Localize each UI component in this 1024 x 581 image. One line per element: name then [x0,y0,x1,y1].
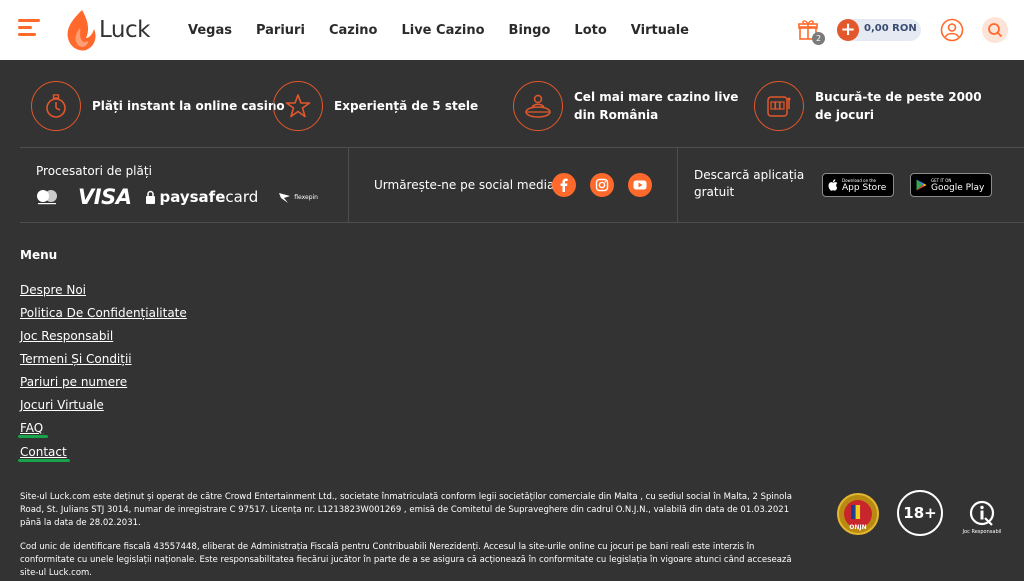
main-nav: Vegas Pariuri Cazino Live Cazino Bingo L… [188,0,713,60]
hamburger-menu-icon[interactable] [18,19,40,39]
feature-text: Plăți instant la online casino [92,99,285,113]
gift-count-badge: 2 [812,32,825,45]
flexepin-logo: flexepin [278,190,318,204]
feature-instant-payments: Plăți instant la online casino [31,81,285,131]
footer-menu-title: Menu [20,248,58,262]
search-icon [988,23,1003,38]
menu-link-privacy[interactable]: Politica De Confidențialitate [20,306,187,320]
divider [348,148,349,223]
balance-pill[interactable]: + 0,00 RON [837,19,921,41]
apple-icon [828,179,838,191]
responsible-gaming-badge[interactable]: Joc Responsabil [958,495,1006,539]
nav-cazino[interactable]: Cazino [329,23,378,38]
responsible-gaming-icon [969,500,995,526]
flame-icon [67,10,96,51]
highlight-underline [18,435,48,438]
onjn-seal[interactable]: ONJN [836,492,880,536]
feature-five-stars: Experiență de 5 stele [273,81,478,131]
menu-link-number-bets[interactable]: Pariuri pe numere [20,375,127,389]
feature-text: Bucură-te de peste 2000 de jocuri [815,90,982,122]
logo-text: Luck [99,17,150,43]
app-store-button[interactable]: Download on the App Store [822,173,894,197]
feature-text: Cel mai mare cazino live din România [574,90,739,122]
menu-link-responsible-gaming[interactable]: Joc Responsabil [20,329,113,343]
paysafe-rest: card [225,188,259,206]
legal-text-ownership: Site-ul Luck.com este deținut și operat … [20,492,792,528]
info-bar: Procesatori de plăți VISA paysafe card fl… [20,147,1024,223]
nav-pariuri[interactable]: Pariuri [256,23,305,38]
luck-logo[interactable]: Luck [64,8,150,52]
menu-link-contact[interactable]: Contact [20,445,67,459]
instagram-icon[interactable] [590,173,614,197]
slot-machine-icon [754,81,804,131]
googleplay-big-text: Google Play [931,182,985,193]
star-icon [273,81,323,131]
google-play-button[interactable]: GET IT ON Google Play [910,173,992,197]
responsible-gaming-text: Joc Responsabil [962,528,1002,535]
menu-link-virtual-games[interactable]: Jocuri Virtuale [20,398,104,412]
paysafecard-logo: paysafe card [145,188,258,206]
feature-live-casino: Cel mai mare cazino live din România [513,81,744,131]
deposit-plus-icon[interactable]: + [837,19,859,41]
visa-logo: VISA [78,185,132,209]
menu-link-despre-noi[interactable]: Despre Noi [20,283,86,297]
google-play-icon [916,179,927,191]
payment-logos: VISA paysafe card flexepin [34,185,318,209]
menu-link-terms[interactable]: Termeni Și Condiții [20,352,132,366]
feature-2000-games: Bucură-te de peste 2000 de jocuri [754,81,995,131]
padlock-icon [146,190,156,204]
feature-text: Experiență de 5 stele [334,99,479,113]
nav-loto[interactable]: Loto [574,23,606,38]
facebook-icon[interactable] [552,173,576,197]
stopwatch-icon [31,81,81,131]
mastercard-icon [37,190,57,205]
search-button[interactable] [982,17,1008,43]
nav-bingo[interactable]: Bingo [509,23,551,38]
nav-live-cazino[interactable]: Live Cazino [401,23,484,38]
download-app-title: Descarcă aplicația gratuit [694,168,805,199]
live-dealer-icon [513,81,563,131]
onjn-text: ONJN [849,524,866,531]
flexepin-icon [279,193,291,203]
nav-vegas[interactable]: Vegas [188,23,232,38]
user-account-icon[interactable] [940,18,964,42]
nav-virtuale[interactable]: Virtuale [631,23,689,38]
payment-processors-title: Procesatori de plăți [36,164,152,178]
legal-text-fiscal: Cod unic de identificare fiscală 4355744… [20,542,792,578]
top-header: Luck Vegas Pariuri Cazino Live Cazino Bi… [0,0,1024,60]
menu-link-faq[interactable]: FAQ [20,421,43,435]
divider [677,148,678,223]
youtube-icon[interactable] [628,173,652,197]
age-18-badge: 18+ [897,490,943,536]
flexepin-text: flexepin [294,193,318,201]
balance-amount: 0,00 RON [864,23,917,34]
highlight-underline [18,459,70,462]
social-media-title: Urmărește-ne pe social media [374,178,555,192]
paysafe-bold: paysafe [159,188,226,206]
appstore-big-text: App Store [842,182,887,193]
